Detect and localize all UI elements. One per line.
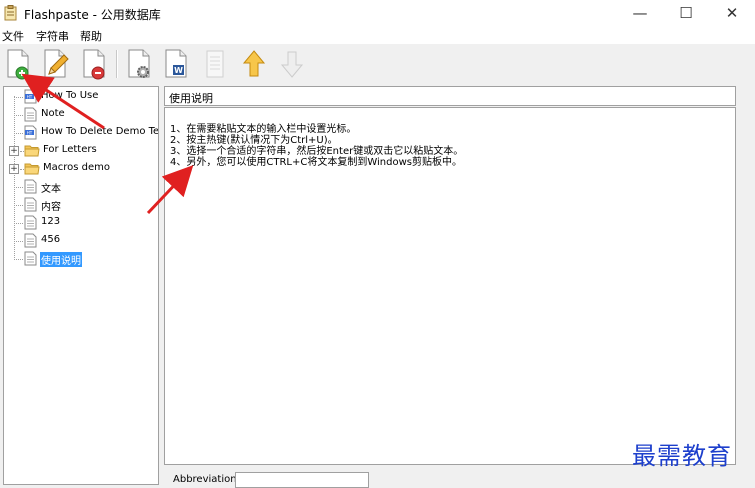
tree-item-label-selected: 使用说明 — [40, 252, 82, 267]
panel-splitter[interactable] — [159, 86, 163, 485]
svg-text:HT: HT — [27, 94, 33, 99]
maximize-button[interactable]: ☐ — [663, 0, 709, 26]
list-icon[interactable] — [199, 47, 231, 81]
title-bar: Flashpaste - 公用数据库 — ☐ ✕ — [0, 0, 755, 26]
tree-item-instructions[interactable]: 使用说明 — [4, 250, 158, 268]
tree-item-label: For Letters — [43, 144, 97, 155]
delete-icon[interactable] — [78, 47, 110, 81]
expand-icon[interactable]: + — [9, 164, 19, 174]
window-title: Flashpaste - 公用数据库 — [24, 8, 161, 22]
tree-item-macros-demo[interactable]: + Macros demo — [4, 160, 158, 178]
tree-item-label: How To Use — [41, 90, 99, 101]
document-icon — [24, 233, 37, 248]
editor-line: 3、选择一个合适的字符串，然后按Enter键或双击它以粘贴文本。 — [170, 146, 464, 157]
tree-item-123[interactable]: 123 — [4, 214, 158, 232]
settings-icon[interactable] — [123, 47, 155, 81]
html-doc-icon: HT — [24, 89, 37, 104]
svg-text:HT: HT — [27, 130, 33, 135]
document-icon — [24, 179, 37, 194]
close-button[interactable]: ✕ — [709, 0, 755, 26]
toolbar: W — [0, 44, 755, 84]
tree-item-label: 123 — [41, 216, 61, 227]
document-icon — [24, 107, 37, 122]
editor-line: 4、另外，您可以使用CTRL+C将文本复制到Windows剪贴板中。 — [170, 157, 462, 168]
tree-item-how-to-delete[interactable]: HT How To Delete Demo Text — [4, 124, 159, 142]
tree-item-note[interactable]: Note — [4, 106, 158, 124]
item-title-field[interactable]: 使用说明 — [164, 86, 736, 106]
maximize-icon: ☐ — [679, 4, 693, 22]
text-editor[interactable]: 1、在需要粘贴文本的输入栏中设置光标。 2、按主热键(默认情况下为Ctrl+U)… — [164, 107, 736, 465]
word-icon[interactable]: W — [160, 47, 192, 81]
watermark: 最需教育 — [632, 442, 732, 470]
tree-item-label: Macros demo — [43, 162, 111, 173]
abbreviation-input[interactable] — [235, 472, 369, 488]
tree-item-how-to-use[interactable]: HT How To Use — [4, 88, 158, 106]
svg-text:W: W — [174, 66, 183, 75]
app-icon — [4, 5, 17, 21]
tree-item-label: 内容 — [41, 202, 61, 213]
abbreviation-label: Abbreviation: — [173, 474, 240, 485]
tree-panel[interactable]: HT How To Use Note HT How To Delete Demo… — [3, 86, 159, 485]
minimize-button[interactable]: — — [617, 0, 663, 26]
new-item-icon[interactable] — [2, 47, 34, 81]
tree-item-label: Note — [41, 108, 65, 119]
toolbar-separator — [116, 50, 118, 78]
menu-bar: 文件 字符串 帮助 — [0, 26, 755, 44]
tree-item-label: How To Delete Demo Text — [41, 126, 159, 137]
editor-line: 1、在需要粘贴文本的输入栏中设置光标。 — [170, 124, 357, 135]
move-up-icon[interactable] — [238, 47, 270, 81]
document-icon — [24, 251, 37, 266]
tree-item-content[interactable]: 内容 — [4, 196, 158, 214]
html-doc-icon: HT — [24, 125, 37, 140]
vertical-scrollbar[interactable] — [736, 86, 753, 465]
folder-icon — [24, 145, 40, 157]
tree-item-456[interactable]: 456 — [4, 232, 158, 250]
tree-item-text[interactable]: 文本 — [4, 178, 158, 196]
document-icon — [24, 215, 37, 230]
close-icon: ✕ — [725, 4, 739, 22]
tree-item-label: 文本 — [41, 184, 61, 195]
expand-icon[interactable]: + — [9, 146, 19, 156]
tree-item-label: 456 — [41, 234, 61, 245]
menu-help[interactable]: 帮助 — [80, 28, 102, 44]
editor-line: 2、按主热键(默认情况下为Ctrl+U)。 — [170, 135, 338, 146]
menu-file[interactable]: 文件 — [2, 28, 24, 44]
document-icon — [24, 197, 37, 212]
menu-strings[interactable]: 字符串 — [36, 28, 69, 44]
edit-icon[interactable] — [39, 47, 71, 81]
tree-item-for-letters[interactable]: + For Letters — [4, 142, 158, 160]
move-down-icon[interactable] — [276, 47, 308, 81]
folder-icon — [24, 163, 40, 175]
minimize-icon: — — [632, 4, 648, 22]
